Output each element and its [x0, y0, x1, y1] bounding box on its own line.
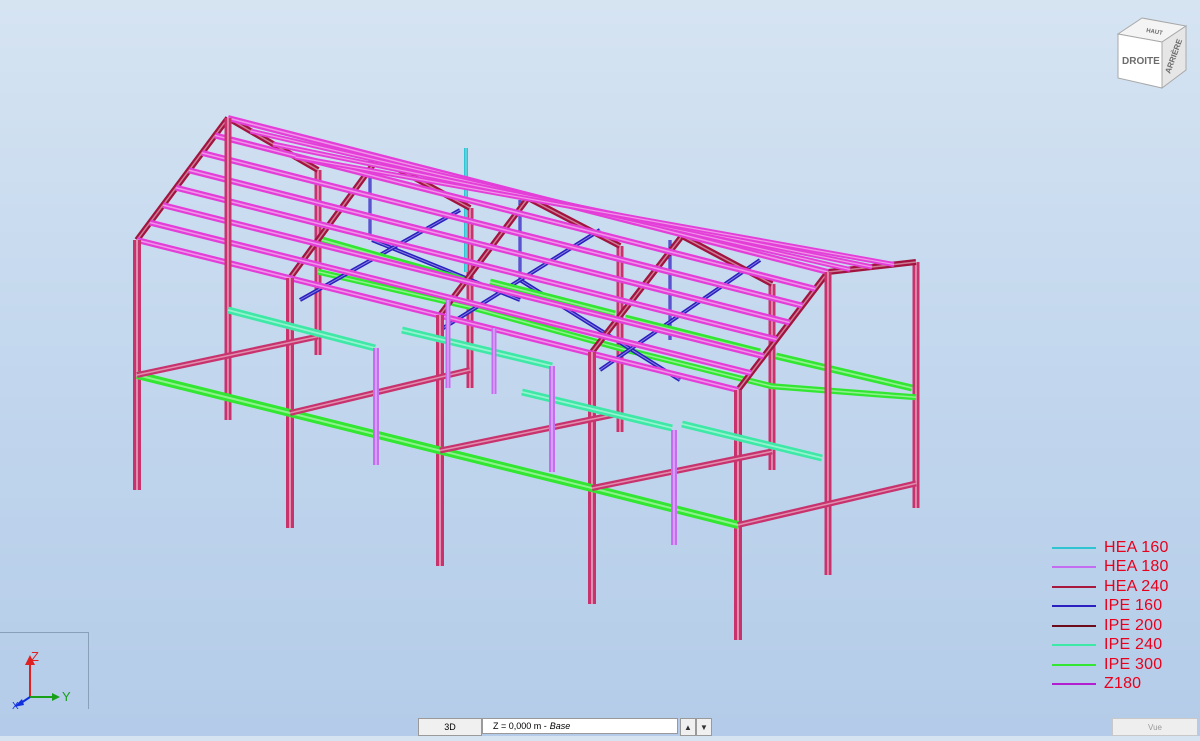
front-wall-beam[interactable]: [439, 446, 593, 492]
axis-x-label: X: [12, 701, 19, 709]
section-legend: HEA 160 HEA 180 HEA 240 IPE 160 IPE 200 IPE 2…: [1052, 538, 1192, 694]
legend-item: HEA 180: [1052, 558, 1192, 578]
bottom-toolbar: 3D Z = 0,000 m - Base ▲ ▼ Vue: [0, 716, 1200, 736]
view-cube[interactable]: DROITE ARRIÈRE HAUT: [1110, 12, 1190, 92]
front-wall-beam[interactable]: [136, 371, 291, 417]
legend-label: Z180: [1104, 675, 1142, 693]
legend-item: HEA 240: [1052, 577, 1192, 597]
legend-item: IPE 200: [1052, 616, 1192, 636]
legend-swatch: [1052, 546, 1096, 549]
level-up-arrow-icon[interactable]: ▲: [680, 718, 696, 736]
level-prefix: Z = 0,000 m -: [493, 721, 547, 731]
purlin[interactable]: [295, 154, 895, 267]
legend-label: IPE 160: [1104, 597, 1163, 615]
structure-model[interactable]: [0, 0, 1200, 736]
cube-face-front[interactable]: DROITE: [1122, 56, 1160, 67]
axis-z-label: Z: [31, 649, 39, 664]
level-name: Base: [549, 721, 571, 731]
transverse-beam[interactable]: [591, 448, 773, 492]
legend-swatch: [1052, 644, 1096, 647]
interior-beam[interactable]: [521, 388, 673, 432]
legend-label: IPE 300: [1104, 655, 1163, 673]
legend-swatch: [1052, 683, 1096, 686]
legend-item: IPE 240: [1052, 636, 1192, 656]
legend-swatch: [1052, 605, 1096, 608]
legend-item: Z180: [1052, 675, 1192, 695]
legend-label: HEA 160: [1104, 538, 1169, 556]
mid-beam[interactable]: [775, 352, 913, 392]
legend-label: HEA 180: [1104, 558, 1169, 576]
legend-label: IPE 200: [1104, 616, 1163, 634]
legend-item: IPE 160: [1052, 597, 1192, 617]
legend-swatch: [1052, 566, 1096, 569]
legend-swatch: [1052, 624, 1096, 627]
legend-swatch: [1052, 663, 1096, 666]
level-select[interactable]: Z = 0,000 m - Base: [482, 718, 678, 734]
view-field[interactable]: Vue: [1112, 718, 1198, 736]
view-mode-button[interactable]: 3D: [418, 718, 482, 736]
front-wall-beam[interactable]: [289, 409, 441, 455]
legend-label: IPE 240: [1104, 636, 1163, 654]
legend-label: HEA 240: [1104, 577, 1169, 595]
level-down-arrow-icon[interactable]: ▼: [696, 718, 712, 736]
view-cube-icon[interactable]: DROITE ARRIÈRE HAUT: [1110, 12, 1190, 92]
legend-swatch: [1052, 585, 1096, 588]
legend-item: HEA 160: [1052, 538, 1192, 558]
mid-beam[interactable]: [489, 278, 616, 318]
back-wall-beam[interactable]: [771, 383, 917, 401]
front-wall-beam[interactable]: [591, 484, 739, 529]
axis-triad-icon: Z Y X: [12, 649, 71, 712]
legend-item: IPE 300: [1052, 655, 1192, 675]
axis-y-label: Y: [62, 689, 71, 704]
axis-triad: Z Y X: [0, 632, 89, 712]
3d-viewport[interactable]: [0, 0, 1200, 736]
